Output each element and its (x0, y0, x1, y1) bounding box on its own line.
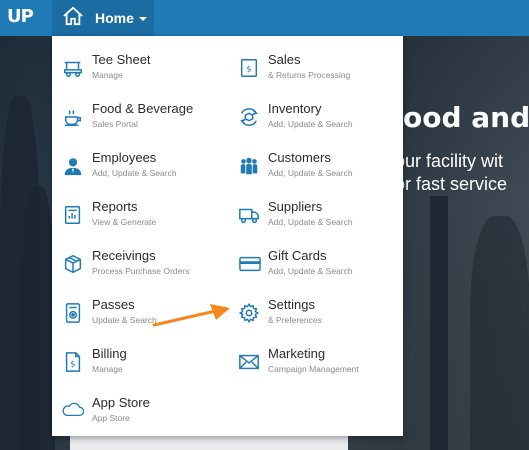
menu-item-title: Customers (268, 150, 331, 165)
sales-icon: $ (238, 57, 260, 79)
menu-item-subtitle: Add, Update & Search (268, 168, 353, 178)
top-navbar: UP Home (0, 0, 529, 36)
hero-heading: ood and I (403, 101, 529, 134)
golf-cart-icon (62, 57, 84, 79)
menu-item-settings[interactable]: Settings & Preferences (228, 297, 398, 337)
menu-item-subtitle: Process Purchase Orders (92, 266, 190, 276)
menu-item-employees[interactable]: Employees Add, Update & Search (52, 150, 222, 190)
menu-item-tee-sheet[interactable]: Tee Sheet Manage (52, 52, 222, 92)
menu-item-title: Food & Beverage (92, 101, 194, 116)
billing-icon: $ (62, 351, 84, 373)
menu-item-app-store[interactable]: App Store App Store (52, 395, 222, 435)
annotation-arrow-icon (152, 304, 230, 327)
svg-text:$: $ (70, 359, 75, 369)
menu-item-title: Reports (92, 199, 138, 214)
home-icon (62, 6, 84, 31)
menu-item-title: Settings (268, 297, 315, 312)
envelope-icon (238, 351, 260, 373)
tree-silhouette (20, 186, 55, 450)
gift-card-icon (238, 253, 262, 275)
menu-item-subtitle: View & Generate (92, 217, 157, 227)
menu-item-subtitle: Manage (92, 70, 123, 80)
menu-item-title: Billing (92, 346, 127, 361)
logo-text: UP (7, 6, 34, 27)
menu-item-receivings[interactable]: Receivings Process Purchase Orders (52, 248, 222, 288)
menu-item-title: App Store (92, 395, 150, 410)
home-label: Home (95, 10, 134, 26)
employee-icon (62, 155, 84, 177)
menu-item-subtitle: Manage (92, 364, 123, 374)
menu-item-marketing[interactable]: Marketing Campaign Management (228, 346, 398, 386)
menu-item-title: Employees (92, 150, 157, 165)
menu-item-title: Inventory (268, 101, 322, 116)
menu-item-subtitle: Add, Update & Search (268, 266, 353, 276)
menu-item-gift-cards[interactable]: Gift Cards Add, Update & Search (228, 248, 398, 288)
menu-item-subtitle: & Preferences (268, 315, 322, 325)
inventory-icon (238, 106, 260, 128)
menu-item-title: Sales (268, 52, 301, 67)
home-menu-button[interactable]: Home (52, 0, 154, 36)
cloud-icon (61, 398, 85, 420)
tree-silhouette (470, 216, 529, 450)
hero-subtext-line1: our facility wit (395, 151, 504, 171)
menu-item-subtitle: Add, Update & Search (92, 168, 177, 178)
tree-silhouette (430, 196, 448, 450)
gear-icon (238, 302, 260, 324)
hero-subtext: our facility wit or fast service (395, 150, 507, 196)
menu-item-subtitle: Add, Update & Search (268, 217, 353, 227)
truck-icon (238, 204, 260, 226)
hero-subtext-line2: or fast service (395, 174, 508, 194)
box-icon (62, 253, 84, 275)
menu-item-subtitle: Update & Search (92, 315, 157, 325)
menu-item-title: Tee Sheet (92, 52, 151, 67)
chevron-down-icon (138, 17, 147, 21)
menu-item-title: Receivings (92, 248, 156, 263)
menu-item-inventory[interactable]: Inventory Add, Update & Search (228, 101, 398, 141)
menu-item-suppliers[interactable]: Suppliers Add, Update & Search (228, 199, 398, 239)
menu-item-sales[interactable]: $ Sales & Returns Processing (228, 52, 398, 92)
menu-item-subtitle: Sales Portal (92, 119, 138, 129)
customers-icon (238, 155, 260, 177)
menu-item-food-beverage[interactable]: Food & Beverage Sales Portal (52, 101, 222, 141)
menu-item-title: Gift Cards (268, 248, 327, 263)
pass-icon (62, 302, 84, 324)
menu-item-title: Passes (92, 297, 135, 312)
app-logo[interactable]: UP (7, 6, 34, 27)
menu-item-reports[interactable]: Reports View & Generate (52, 199, 222, 239)
report-icon (62, 204, 84, 226)
menu-item-subtitle: Add, Update & Search (268, 119, 353, 129)
coffee-cup-icon (62, 106, 84, 128)
menu-item-title: Suppliers (268, 199, 323, 214)
menu-item-subtitle: Campaign Management (268, 364, 359, 374)
menu-item-title: Marketing (268, 346, 326, 361)
home-dropdown-menu: Tee Sheet Manage Food & Beverage Sales P… (52, 36, 403, 436)
menu-item-subtitle: App Store (92, 413, 130, 423)
menu-item-subtitle: & Returns Processing (268, 70, 351, 80)
menu-item-billing[interactable]: $ Billing Manage (52, 346, 222, 386)
menu-item-customers[interactable]: Customers Add, Update & Search (228, 150, 398, 190)
svg-text:$: $ (246, 64, 251, 74)
